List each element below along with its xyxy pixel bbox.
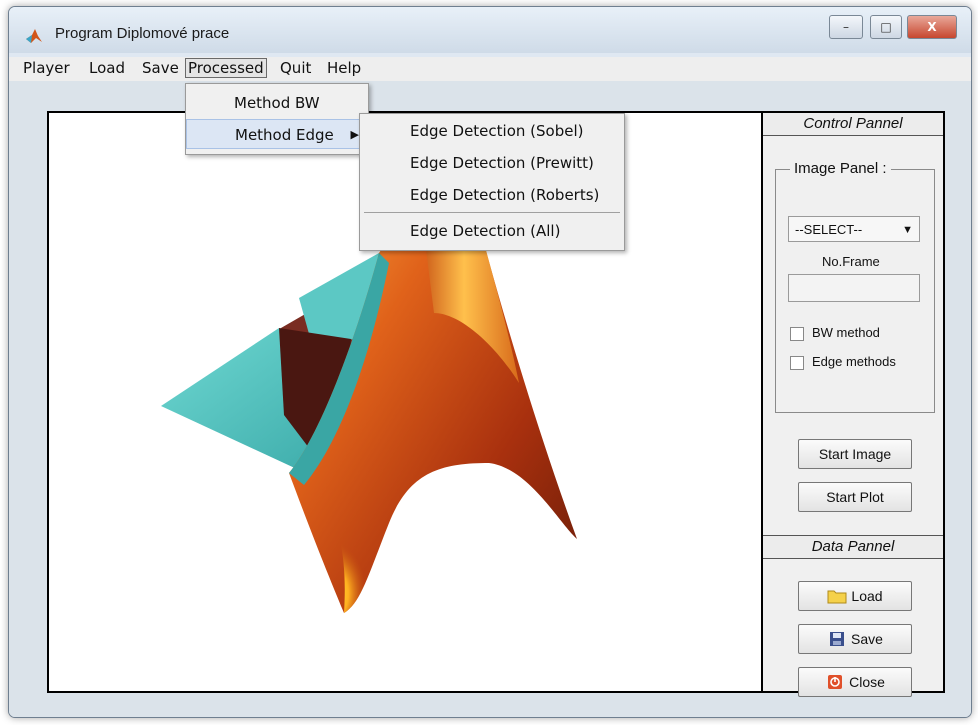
matlab-logo-icon — [26, 29, 42, 43]
data-panel-title: Data Pannel — [763, 535, 943, 559]
floppy-disk-icon — [830, 632, 845, 646]
menu-processed[interactable]: Processed — [185, 58, 267, 78]
processed-dropdown-menu: Method BW Method Edge ▶ — [185, 83, 369, 155]
edge-methods-label: Edge methods — [812, 354, 896, 369]
menu-help[interactable]: Help — [325, 59, 363, 77]
menu-load[interactable]: Load — [87, 59, 127, 77]
close-button[interactable]: Close — [798, 667, 912, 697]
menu-player[interactable]: Player — [21, 59, 72, 77]
edge-methods-checkbox[interactable] — [790, 356, 804, 370]
menu-bar: Player Load Save Processed Quit Help — [9, 57, 971, 82]
menu-item-method-bw[interactable]: Method BW — [186, 88, 368, 118]
application-window: Program Diplomové prace – □ X Player Loa… — [8, 6, 972, 718]
minimize-button[interactable]: – — [829, 15, 863, 39]
power-icon — [828, 675, 843, 689]
menu-item-method-edge[interactable]: Method Edge ▶ — [186, 119, 368, 149]
menu-save[interactable]: Save — [140, 59, 181, 77]
menu-quit[interactable]: Quit — [278, 59, 313, 77]
submenu-arrow-icon: ▶ — [350, 128, 359, 141]
title-bar[interactable]: Program Diplomové prace – □ X — [9, 7, 971, 53]
start-plot-button[interactable]: Start Plot — [798, 482, 912, 512]
edge-detection-submenu: Edge Detection (Sobel) Edge Detection (P… — [359, 113, 625, 251]
window-title: Program Diplomové prace — [55, 25, 230, 42]
menu-item-edge-sobel[interactable]: Edge Detection (Sobel) — [360, 116, 624, 146]
image-source-select[interactable]: --SELECT-- ▼ — [788, 216, 920, 242]
control-panel-title: Control Pannel — [763, 113, 943, 136]
bw-method-label: BW method — [812, 325, 880, 340]
image-panel-group: Image Panel : --SELECT-- ▼ No.Frame BW m… — [775, 160, 935, 413]
menu-item-edge-prewitt[interactable]: Edge Detection (Prewitt) — [360, 148, 624, 178]
control-panel: Control Pannel Image Panel : --SELECT-- … — [761, 111, 945, 697]
frame-label: No.Frame — [822, 254, 880, 269]
close-window-button[interactable]: X — [907, 15, 957, 39]
frame-number-input[interactable] — [788, 274, 920, 302]
menu-item-edge-roberts[interactable]: Edge Detection (Roberts) — [360, 180, 624, 210]
chevron-down-icon: ▼ — [902, 224, 913, 236]
image-panel-label: Image Panel : — [790, 160, 891, 177]
start-image-button[interactable]: Start Image — [798, 439, 912, 469]
menu-separator — [364, 212, 620, 213]
maximize-button[interactable]: □ — [870, 15, 902, 39]
menu-item-edge-all[interactable]: Edge Detection (All) — [360, 216, 624, 246]
load-button[interactable]: Load — [798, 581, 912, 611]
save-button[interactable]: Save — [798, 624, 912, 654]
bw-method-checkbox[interactable] — [790, 327, 804, 341]
folder-icon — [827, 590, 847, 604]
